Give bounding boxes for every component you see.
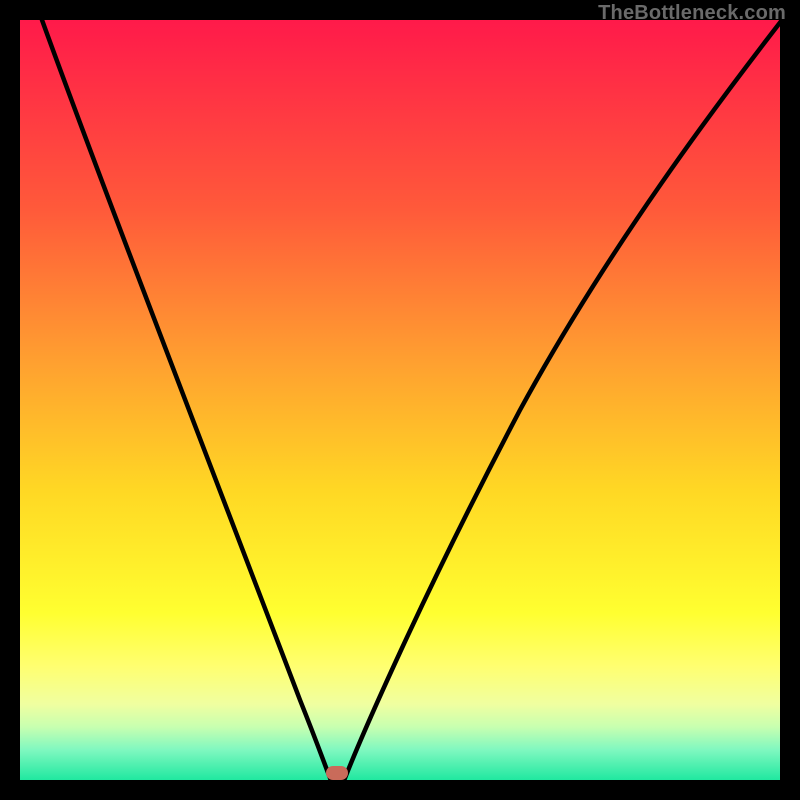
chart-frame: TheBottleneck.com — [0, 0, 800, 800]
watermark-text: TheBottleneck.com — [598, 2, 786, 25]
plot-area — [20, 20, 780, 780]
optimum-marker — [326, 766, 348, 780]
